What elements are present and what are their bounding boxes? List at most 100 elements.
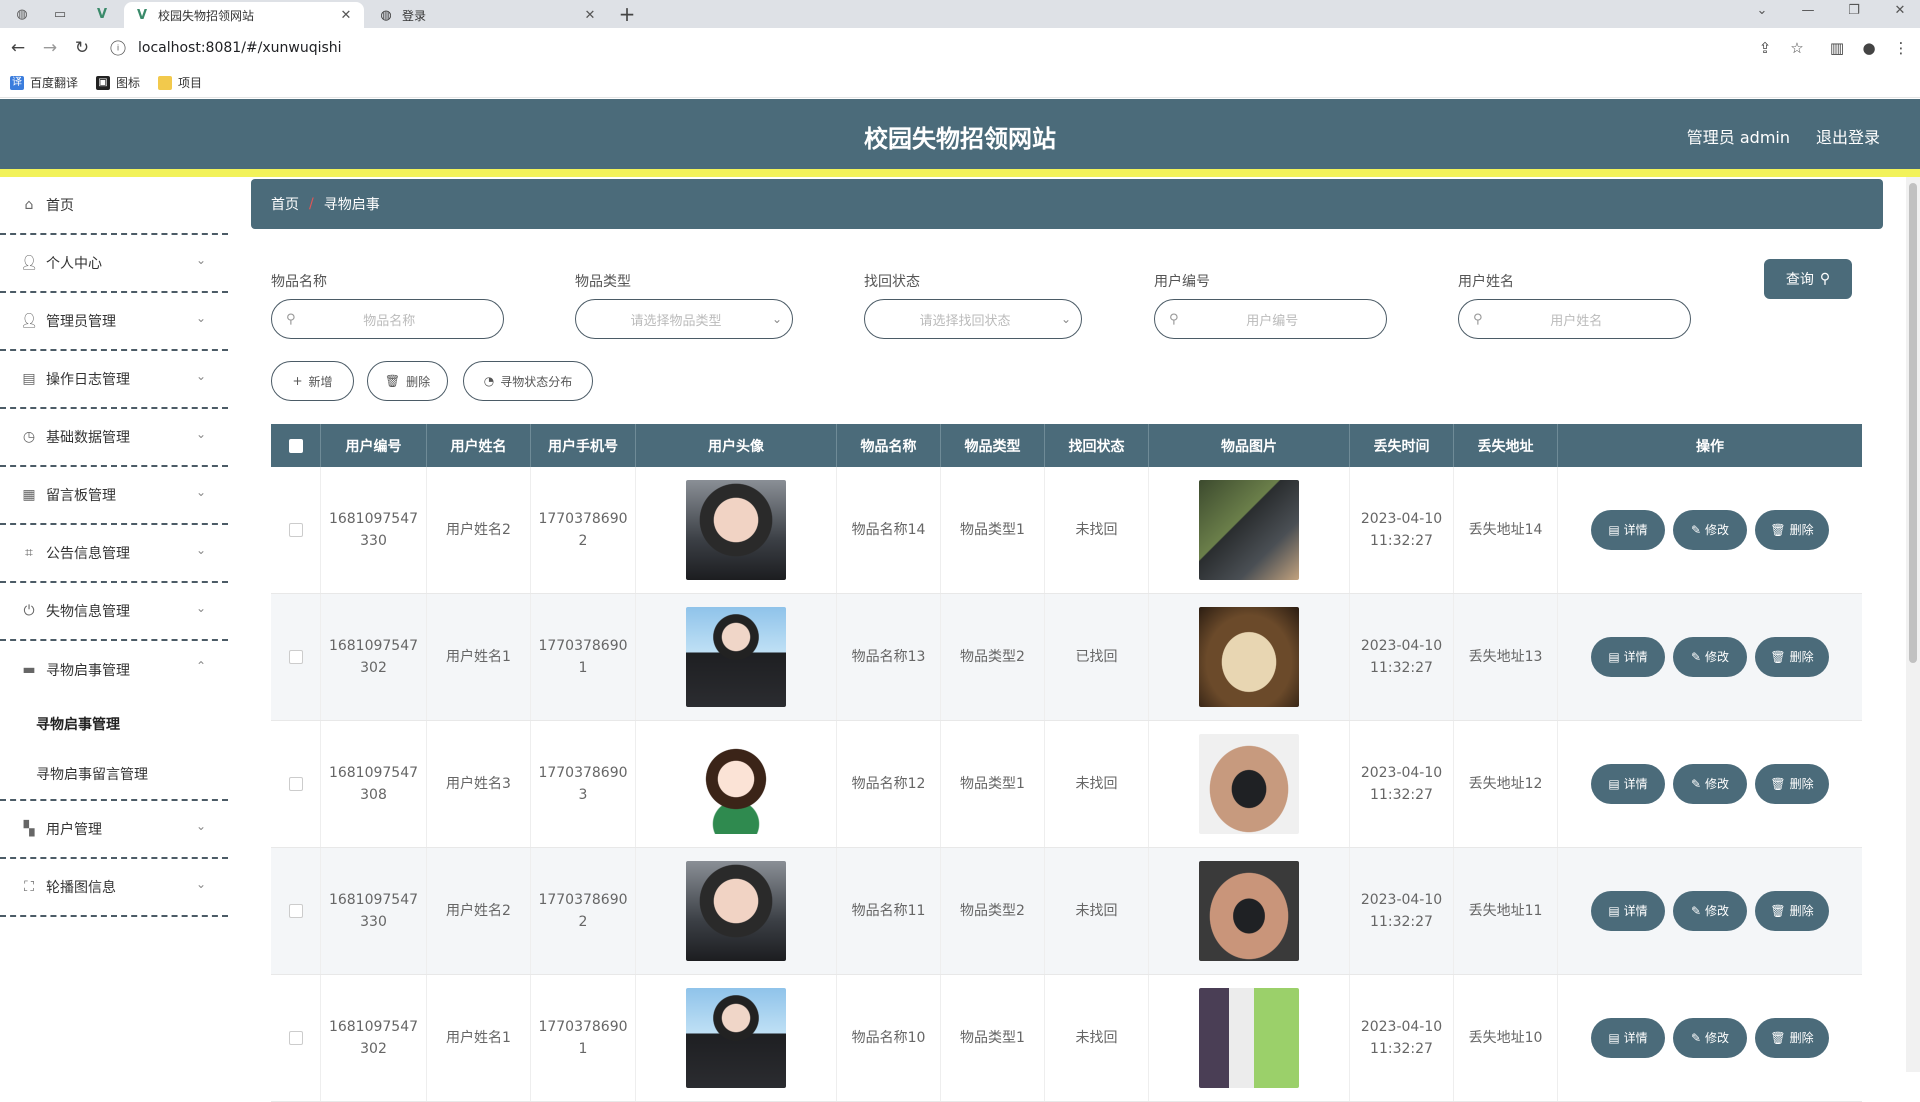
trash-icon: 🗑︎ [1770,1031,1786,1045]
sidebar-item-notice[interactable]: ⌗ 公告信息管理 ⌄ [0,525,228,583]
bookmark-project[interactable]: 项目 [158,74,202,91]
status-chart-button[interactable]: ◔ 寻物状态分布 [463,361,593,401]
column-header[interactable]: 找回状态 [1045,424,1149,467]
column-header[interactable]: 物品名称 [837,424,941,467]
cell-lost-time: 2023-04-10 11:32:27 [1360,765,1443,803]
sidebar-item-carousel[interactable]: ⛶ 轮播图信息 ⌄ [0,859,228,917]
placeholder-text: 请选择找回状态 [919,313,1011,329]
item-name-input[interactable]: ⚲ 物品名称 [271,299,504,339]
user-avatar[interactable] [686,861,786,961]
item-type-select[interactable]: 请选择物品类型 ⌄ [575,299,793,339]
column-header[interactable]: 用户姓名 [427,424,531,467]
filter-label-status: 找回状态 [864,274,920,290]
sidebar-item-logs[interactable]: ▤ 操作日志管理 ⌄ [0,351,228,409]
minimize-icon[interactable]: — [1788,0,1828,24]
back-icon[interactable]: ← [6,36,30,60]
column-header[interactable]: 物品图片 [1149,424,1350,467]
user-avatar[interactable] [686,480,786,580]
sidebar-item-basedata[interactable]: ◷ 基础数据管理 ⌄ [0,409,228,467]
restore-icon[interactable]: ❐ [1834,0,1874,24]
row-delete-button[interactable]: 🗑︎ 删除 [1755,510,1829,550]
tab-active[interactable]: V 校园失物招领网站 ✕ [124,2,364,28]
edit-button[interactable]: ✎ 修改 [1673,764,1747,804]
row-checkbox[interactable] [288,523,303,537]
detail-button[interactable]: ▤ 详情 [1591,637,1665,677]
add-button[interactable]: + 新增 [271,361,354,401]
column-header[interactable]: 物品类型 [941,424,1045,467]
globe-icon[interactable]: ◍ [10,4,34,24]
user-avatar[interactable] [686,607,786,707]
profile-icon[interactable]: ● [1858,38,1880,60]
info-icon[interactable]: i [110,40,126,56]
new-tab-icon[interactable]: + [614,2,640,26]
row-delete-button[interactable]: 🗑︎ 删除 [1755,764,1829,804]
table-cell: 物品名称14 [837,467,941,593]
row-checkbox[interactable] [288,777,303,791]
row-delete-button[interactable]: 🗑︎ 删除 [1755,637,1829,677]
column-header[interactable]: 丢失地址 [1454,424,1558,467]
sidebar-item-personal[interactable]: 👤︎ 个人中心 ⌄ [0,235,228,293]
column-header[interactable]: 丢失时间 [1350,424,1454,467]
close-window-icon[interactable]: ✕ [1880,0,1920,24]
sidepanel-icon[interactable]: ▥ [1826,38,1848,60]
star-icon[interactable]: ☆ [1786,38,1808,60]
delete-label: 删除 [1789,650,1814,664]
url-field[interactable]: i localhost:8081/#/xunwuqishi [108,34,1768,62]
submenu-item-seek-comments[interactable]: 寻物启事留言管理 [0,749,228,799]
forward-icon[interactable]: → [38,36,62,60]
close-icon[interactable]: ✕ [338,8,354,23]
user-name-input[interactable]: ⚲ 用户姓名 [1458,299,1691,339]
bookmark-fanyi[interactable]: 译 百度翻译 [10,74,78,91]
row-delete-button[interactable]: 🗑︎ 删除 [1755,891,1829,931]
user-avatar[interactable] [686,734,786,834]
chevron-down-icon[interactable]: ⌄ [1742,0,1782,24]
logout-link[interactable]: 退出登录 [1816,124,1880,148]
scrollbar-thumb[interactable] [1909,183,1917,663]
column-header[interactable]: 用户头像 [636,424,837,467]
status-select[interactable]: 请选择找回状态 ⌄ [864,299,1082,339]
row-checkbox[interactable] [288,904,303,918]
table-cell: 物品名称10 [837,975,941,1101]
edit-button[interactable]: ✎ 修改 [1673,510,1747,550]
search-button[interactable]: 查询 ⚲ [1764,259,1852,299]
item-image[interactable] [1199,480,1299,580]
detail-button[interactable]: ▤ 详情 [1591,891,1665,931]
delete-button[interactable]: 🗑︎ 删除 [367,361,448,401]
submenu-item-seek-manage[interactable]: 寻物启事管理 [0,699,228,749]
blank-tab-icon[interactable]: ▭ [48,4,72,24]
item-image[interactable] [1199,988,1299,1088]
breadcrumb-home[interactable]: 首页 [271,194,299,214]
sidebar-item-users[interactable]: ▚ 用户管理 ⌄ [0,801,228,859]
vue-icon[interactable]: V [90,4,114,24]
item-image[interactable] [1199,734,1299,834]
menu-icon[interactable]: ⋮ [1890,38,1912,60]
table-cell [271,467,321,593]
sidebar-item-seek[interactable]: ▬ 寻物启事管理 ⌃ [0,641,228,699]
edit-button[interactable]: ✎ 修改 [1673,1018,1747,1058]
table-cell: 物品类型2 [941,594,1045,720]
edit-button[interactable]: ✎ 修改 [1673,891,1747,931]
row-delete-button[interactable]: 🗑︎ 删除 [1755,1018,1829,1058]
bookmark-icons[interactable]: ▣ 图标 [96,74,140,91]
sidebar-item-admin[interactable]: 👤︎ 管理员管理 ⌄ [0,293,228,351]
user-avatar[interactable] [686,988,786,1088]
tab-login[interactable]: ◍ 登录 ✕ [368,2,608,28]
close-icon[interactable]: ✕ [582,8,598,23]
user-id-input[interactable]: ⚲ 用户编号 [1154,299,1387,339]
detail-button[interactable]: ▤ 详情 [1591,510,1665,550]
detail-button[interactable]: ▤ 详情 [1591,1018,1665,1058]
sidebar-item-lost[interactable]: ⏻ 失物信息管理 ⌄ [0,583,228,641]
reload-icon[interactable]: ↻ [70,36,94,60]
item-image[interactable] [1199,607,1299,707]
select-all-checkbox[interactable] [288,438,303,453]
detail-button[interactable]: ▤ 详情 [1591,764,1665,804]
item-image[interactable] [1199,861,1299,961]
sidebar-item-home[interactable]: ⌂ 首页 [0,177,228,235]
edit-button[interactable]: ✎ 修改 [1673,637,1747,677]
row-checkbox[interactable] [288,1031,303,1045]
column-header[interactable]: 用户手机号 [531,424,636,467]
row-checkbox[interactable] [288,650,303,664]
share-icon[interactable]: ⇪ [1754,38,1776,60]
sidebar-item-messages[interactable]: ▦ 留言板管理 ⌄ [0,467,228,525]
column-header[interactable]: 用户编号 [321,424,427,467]
